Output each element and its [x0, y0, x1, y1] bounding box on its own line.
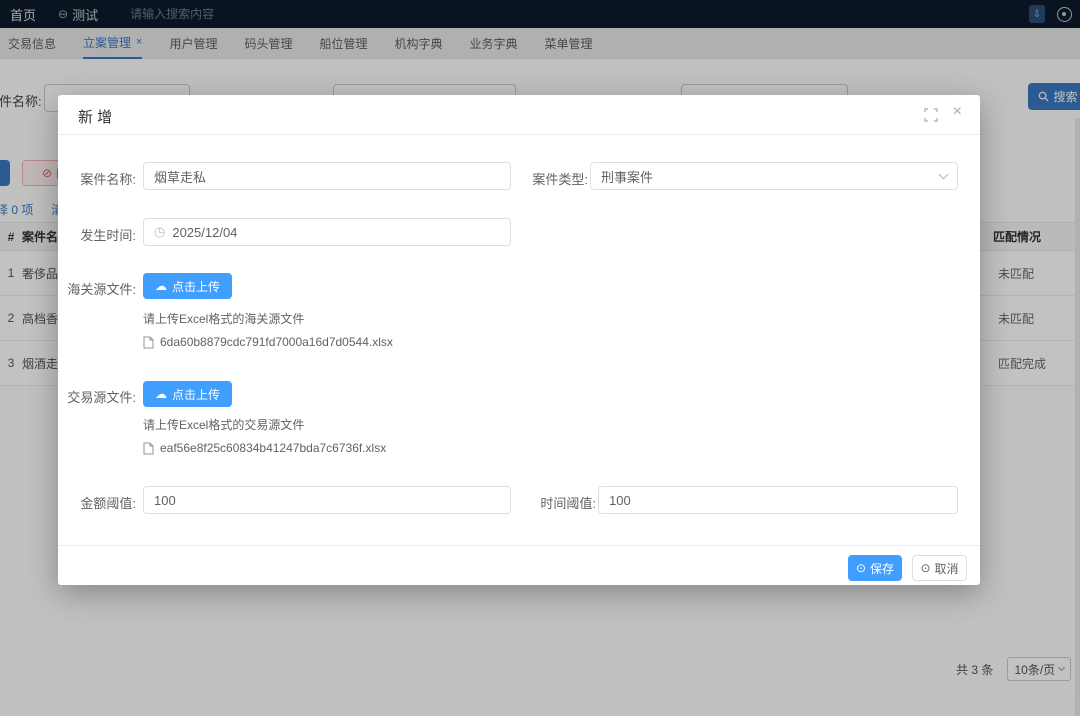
check-circle-icon: ⊙: [856, 561, 866, 575]
clock-icon: ◷: [154, 224, 165, 240]
close-icon[interactable]: ×: [953, 104, 962, 120]
occur-time-value: 2025/12/04: [172, 225, 237, 240]
time-threshold-label: 时间阈值:: [468, 493, 596, 512]
customs-file-item[interactable]: 6da60b8879cdc791fd7000a16d7d0544.xlsx: [143, 335, 393, 349]
trade-upload-hint: 请上传Excel格式的交易源文件: [143, 416, 304, 433]
document-icon: [143, 336, 154, 349]
case-type-label: 案件类型:: [460, 169, 588, 188]
trade-file-name: eaf56e8f25c60834b41247bda7c6736f.xlsx: [160, 441, 386, 455]
close-circle-icon: ⊙: [920, 561, 930, 575]
document-icon: [143, 442, 154, 455]
footer-divider: [58, 545, 980, 546]
occur-time-datepicker[interactable]: ◷ 2025/12/04: [143, 218, 511, 246]
trade-file-item[interactable]: eaf56e8f25c60834b41247bda7c6736f.xlsx: [143, 441, 386, 455]
save-button-label: 保存: [870, 560, 894, 577]
trade-upload-label: 点击上传: [172, 386, 220, 403]
app-window: 首页 ⊖ 测试 ⇩ 交易信息 立案管理 × 用户管理 码头管理 船位管理 机构字…: [0, 0, 1080, 716]
trade-upload-button[interactable]: ☁ 点击上传: [143, 381, 232, 407]
dialog-title: 新 增: [78, 106, 112, 127]
cancel-button[interactable]: ⊙ 取消: [912, 555, 967, 581]
time-threshold-input[interactable]: [598, 486, 958, 514]
customs-file-name: 6da60b8879cdc791fd7000a16d7d0544.xlsx: [160, 335, 393, 349]
amount-threshold-label: 金额阈值:: [66, 493, 136, 512]
customs-upload-hint: 请上传Excel格式的海关源文件: [143, 310, 304, 327]
customs-upload-button[interactable]: ☁ 点击上传: [143, 273, 232, 299]
dialog-header: 新 增 ×: [58, 95, 980, 135]
customs-upload-label: 点击上传: [172, 278, 220, 295]
occur-time-label: 发生时间:: [66, 225, 136, 244]
cloud-upload-icon: ☁: [155, 279, 167, 293]
case-name-label: 案件名称:: [66, 169, 136, 188]
add-case-dialog: 新 增 × 案件名称: 案件类型: 刑事案件 发生时间: ◷ 2025/12/0…: [58, 95, 980, 585]
trade-file-label: 交易源文件:: [58, 387, 136, 406]
case-type-select[interactable]: 刑事案件: [590, 162, 958, 190]
chevron-down-icon: [939, 169, 949, 179]
cloud-upload-icon: ☁: [155, 387, 167, 401]
case-type-value: 刑事案件: [601, 167, 653, 186]
case-name-input[interactable]: [143, 162, 511, 190]
amount-threshold-input[interactable]: [143, 486, 511, 514]
cancel-button-label: 取消: [935, 560, 959, 577]
fullscreen-icon[interactable]: [924, 108, 938, 122]
customs-file-label: 海关源文件:: [58, 279, 136, 298]
save-button[interactable]: ⊙ 保存: [848, 555, 902, 581]
